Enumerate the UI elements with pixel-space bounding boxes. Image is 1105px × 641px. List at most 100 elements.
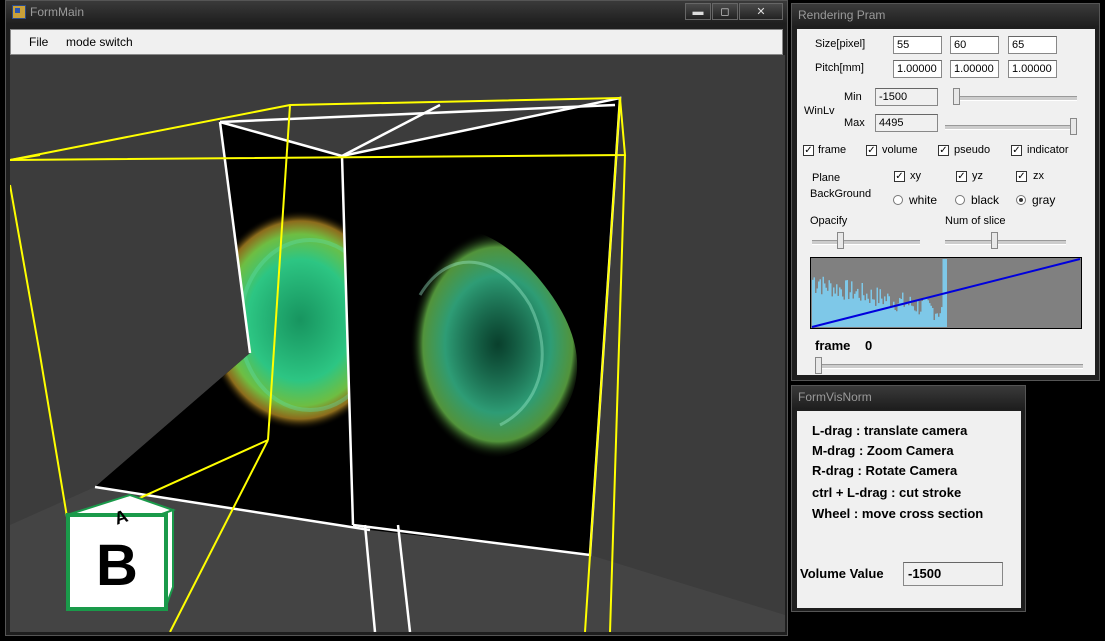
histogram-bar (911, 305, 913, 327)
bg-gray-radio[interactable] (1016, 195, 1026, 205)
size-x-field[interactable]: 55 (893, 36, 942, 54)
histogram-bar (846, 280, 848, 327)
histogram-bar (861, 283, 863, 327)
render-viewport[interactable]: B A (10, 55, 785, 632)
histogram-bar (854, 293, 856, 327)
form-vis-norm-titlebar[interactable]: FormVisNorm (792, 386, 1025, 408)
help-line-5: Wheel : move cross section (812, 506, 984, 521)
menu-mode-switch[interactable]: mode switch (66, 35, 133, 49)
pitch-y-field[interactable]: 1.00000 (950, 60, 999, 78)
app-icon[interactable] (12, 5, 26, 19)
plane-yz-checkbox[interactable]: ✓ (956, 171, 967, 182)
histogram-bar (849, 292, 851, 327)
histogram-bar (939, 313, 941, 327)
plane-label: Plane (812, 172, 841, 184)
form-vis-norm-window: FormVisNorm L-drag : translate camera M-… (791, 385, 1026, 612)
histogram-bar (882, 304, 884, 327)
volume-checkbox[interactable]: ✓ (866, 145, 877, 156)
pitch-x-field[interactable]: 1.00000 (893, 60, 942, 78)
frame-slider-track[interactable] (815, 364, 1083, 369)
min-slider-track[interactable] (953, 96, 1077, 101)
pseudo-checkbox[interactable]: ✓ (938, 145, 949, 156)
histogram-bar (908, 305, 910, 327)
histogram-bar (933, 319, 935, 327)
max-slider-track[interactable] (945, 125, 1077, 130)
maximize-button[interactable]: ◻ (712, 3, 738, 20)
size-y-field[interactable]: 60 (950, 36, 999, 54)
frame-checkbox-label: frame (818, 144, 847, 156)
histogram-bar (870, 289, 872, 327)
histogram-bar (825, 287, 827, 327)
histogram-bar (840, 289, 842, 327)
rendering-pram-panel: Size[pixel] 55 60 65 Pitch[mm] 1.00000 1… (797, 29, 1095, 375)
histogram-bar (879, 289, 881, 327)
form-vis-norm-title: FormVisNorm (798, 390, 872, 404)
frame-label: frame (815, 338, 851, 353)
menu-file[interactable]: File (29, 35, 48, 49)
histogram-bar (914, 310, 916, 327)
min-slider-thumb[interactable] (953, 88, 960, 105)
min-value-field[interactable]: -1500 (875, 88, 938, 106)
winlv-label: WinLv (804, 105, 835, 117)
pitch-z-field[interactable]: 1.00000 (1008, 60, 1057, 78)
num-slice-slider-track[interactable] (945, 240, 1066, 245)
cube-face-front: B (96, 533, 138, 598)
max-value-field[interactable]: 4495 (875, 114, 938, 132)
volume-value-label: Volume Value (800, 566, 884, 581)
histogram-bar (843, 299, 845, 327)
bg-black-radio[interactable] (955, 195, 965, 205)
orientation-cube: B A (64, 493, 176, 612)
histogram-bar (812, 279, 814, 327)
bg-black-label: black (971, 193, 1000, 207)
transfer-function-graph[interactable] (810, 257, 1082, 329)
histogram-bar (906, 303, 908, 327)
rendering-pram-title: Rendering Pram (798, 8, 886, 22)
histogram-bar (855, 291, 857, 327)
help-line-4: ctrl + L-drag : cut stroke (812, 485, 962, 500)
volume-render-canvas[interactable]: B A (10, 55, 785, 632)
histogram-bar (816, 288, 818, 327)
opacity-slider-thumb[interactable] (837, 232, 845, 249)
max-slider-thumb[interactable] (1070, 118, 1077, 135)
histogram-bar (917, 300, 919, 327)
minimize-button[interactable]: ▬ (685, 3, 711, 20)
size-z-field[interactable]: 65 (1008, 36, 1057, 54)
histogram-bar (902, 292, 904, 327)
histogram-bar (872, 299, 874, 327)
histogram-bar (858, 297, 860, 327)
histogram-bar (897, 303, 899, 327)
histogram-bar (936, 313, 938, 327)
histogram-bar (896, 311, 898, 327)
volume-value-field[interactable]: -1500 (903, 562, 1003, 586)
bg-gray-label: gray (1032, 193, 1056, 207)
menu-bar: File mode switch (10, 29, 783, 55)
histogram-bar (866, 293, 868, 327)
histogram-bar (851, 281, 853, 327)
histogram-bar (915, 311, 917, 327)
histogram-bar (912, 306, 914, 327)
histogram-bar (815, 292, 817, 327)
opacity-slider-track[interactable] (812, 240, 920, 245)
num-slice-slider-thumb[interactable] (990, 232, 998, 249)
plane-xy-checkbox[interactable]: ✓ (894, 171, 905, 182)
histogram-bar (903, 306, 905, 327)
frame-value: 0 (865, 338, 873, 353)
frame-slider-thumb[interactable] (815, 357, 822, 374)
histogram-bar (932, 308, 934, 327)
histogram-bar (857, 288, 859, 327)
close-button[interactable]: ✕ (739, 3, 783, 20)
form-main-titlebar[interactable]: FormMain ▬ ◻ ✕ (6, 1, 787, 23)
histogram-bar (848, 299, 850, 327)
histogram-bar (927, 300, 929, 327)
histogram-bar (828, 280, 830, 327)
num-slice-label: Num of slice (945, 215, 1006, 227)
histogram-bar (837, 295, 839, 327)
histogram-bar (818, 281, 820, 327)
frame-checkbox[interactable]: ✓ (803, 145, 814, 156)
bg-white-radio[interactable] (893, 195, 903, 205)
help-line-1: L-drag : translate camera (812, 423, 968, 438)
volume-checkbox-label: volume (882, 144, 918, 156)
plane-zx-checkbox[interactable]: ✓ (1016, 171, 1027, 182)
rendering-pram-titlebar[interactable]: Rendering Pram (792, 4, 1099, 26)
indicator-checkbox[interactable]: ✓ (1011, 145, 1022, 156)
